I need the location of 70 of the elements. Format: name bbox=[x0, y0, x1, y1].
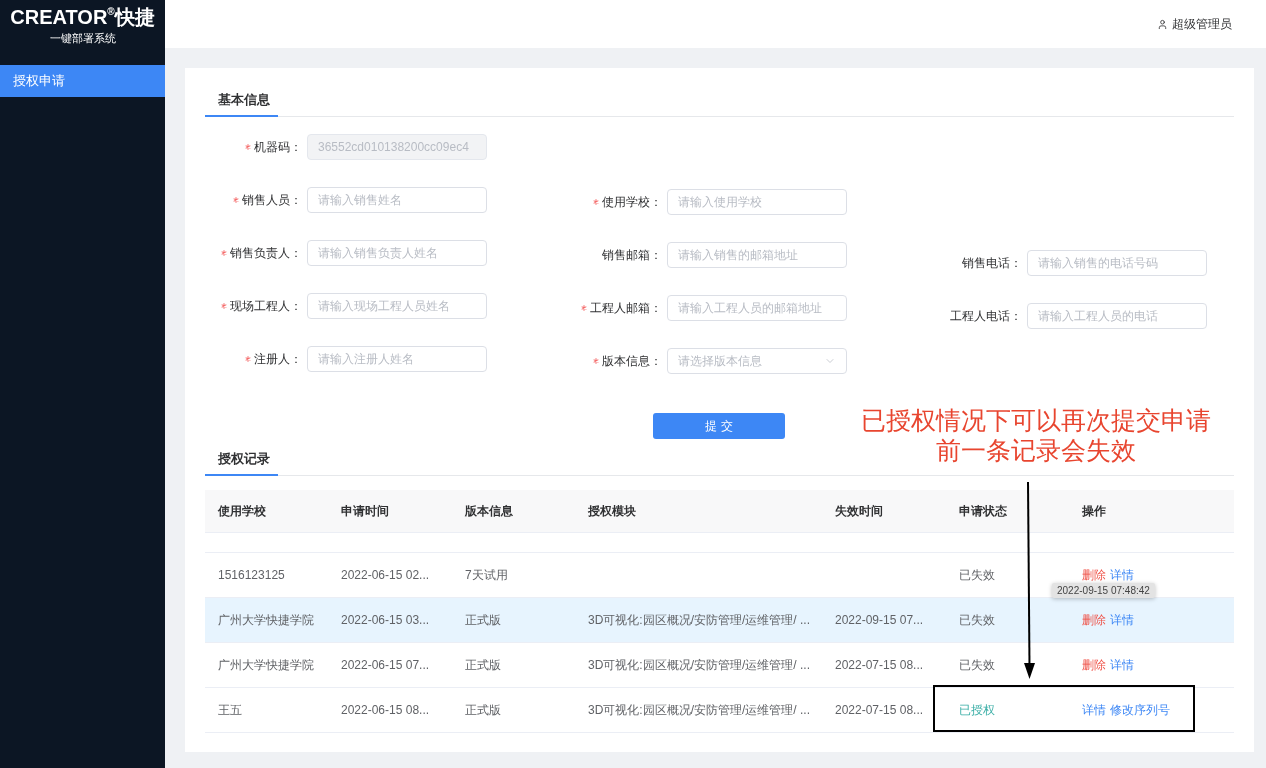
table-cell-text: 王五 bbox=[218, 702, 242, 719]
annotation-note: 已授权情况下可以再次提交申请前一条记录会失效 bbox=[860, 405, 1212, 465]
action-link[interactable]: 详情 bbox=[1110, 611, 1134, 629]
table-cell-text: 2022-06-15 02... bbox=[341, 567, 430, 584]
action-link[interactable]: 详情 bbox=[1110, 566, 1134, 584]
field-label: 版本信息： bbox=[602, 352, 662, 370]
text-input[interactable]: 请输入现场工程人员姓名 bbox=[307, 292, 487, 319]
text-input[interactable]: 请输入工程人员的邮箱地址 bbox=[667, 294, 847, 321]
text-input[interactable]: 请输入注册人姓名 bbox=[307, 345, 487, 372]
field-label: 销售邮箱： bbox=[602, 246, 662, 264]
table-cell-text: 广州大学快捷学院 bbox=[218, 657, 314, 674]
field-label: 现场工程人： bbox=[230, 297, 302, 315]
field-label: 机器码： bbox=[254, 138, 302, 156]
table-cell-text: 2022-07-15 08... bbox=[835, 657, 924, 674]
status-text: 已失效 bbox=[959, 657, 995, 674]
logo-subtitle: 一键部署系统 bbox=[49, 31, 116, 45]
status-text: 已授权 bbox=[959, 702, 995, 719]
text-input[interactable]: 请输入销售负责人姓名 bbox=[307, 239, 487, 266]
tooltip: 2022-09-15 07:48:42 bbox=[1052, 583, 1155, 598]
text-input[interactable]: 请输入使用学校 bbox=[667, 188, 847, 215]
column-header: 使用学校 bbox=[218, 503, 266, 520]
delete-link[interactable]: 删除 bbox=[1082, 566, 1106, 584]
field-label: 注册人： bbox=[254, 350, 302, 368]
column-header: 操作 bbox=[1082, 503, 1106, 520]
table-cell-text: 3D可视化:园区概况/安防管理/运维管理/ ... bbox=[588, 702, 810, 719]
field-label: 销售人员： bbox=[242, 191, 302, 209]
logo-title: CREATOR$^{®}$快捷 bbox=[10, 5, 155, 29]
sidebar-item[interactable]: 授权申请 bbox=[0, 65, 165, 97]
column-header: 失效时间 bbox=[835, 503, 883, 520]
field-label: 使用学校： bbox=[602, 193, 662, 211]
column-header: 授权模块 bbox=[588, 503, 636, 520]
status-text: 已失效 bbox=[959, 612, 995, 629]
table-cell-text: 3D可视化:园区概况/安防管理/运维管理/ ... bbox=[588, 612, 810, 629]
field-label: 工程人邮箱： bbox=[590, 299, 662, 317]
table-cell-text: 2022-07-15 08... bbox=[835, 702, 924, 719]
table-row[interactable]: 王五 2022-06-15 08... 正式版 3D可视化:园区概况/安防管理/运维管理/ ... 2022-07-15 08... 已授权 详情 修改序列号 bbox=[205, 688, 1234, 733]
action-link[interactable]: 详情 bbox=[1110, 656, 1134, 674]
action-link[interactable]: 修改序列号 bbox=[1110, 701, 1170, 719]
table-cell-text: 2022-09-15 07... bbox=[835, 612, 924, 629]
field-label: 销售负责人： bbox=[230, 244, 302, 262]
table-cell-text: 2022-06-15 03... bbox=[341, 612, 430, 629]
table-row[interactable]: 广州大学快捷学院 2022-06-15 03... 正式版 3D可视化:园区概况/安防管理/运维管理/ ... 2022-09-15 07... 已失效 删除 详情 bbox=[205, 598, 1234, 643]
column-header: 版本信息 bbox=[465, 503, 513, 520]
table-cell-text: 正式版 bbox=[465, 612, 501, 629]
table-cell-text: 1516123125 bbox=[218, 567, 285, 584]
table-cell-text: 3D可视化:园区概况/安防管理/运维管理/ ... bbox=[588, 657, 810, 674]
column-header: 申请时间 bbox=[341, 503, 389, 520]
table-cell-text: 正式版 bbox=[465, 657, 501, 674]
section-tab[interactable]: 基本信息 bbox=[205, 84, 278, 117]
field-label: 销售电话： bbox=[962, 254, 1022, 272]
select-field[interactable]: 请选择版本信息 bbox=[667, 347, 847, 374]
column-header: 申请状态 bbox=[959, 503, 1007, 520]
table-cell-text: 7天试用 bbox=[465, 567, 508, 584]
text-input[interactable]: 请输入销售的电话号码 bbox=[1027, 249, 1207, 276]
table-cell-text: 2022-06-15 07... bbox=[341, 657, 430, 674]
text-input[interactable]: 请输入工程人员的电话 bbox=[1027, 302, 1207, 329]
user-menu[interactable]: 超级管理员 bbox=[1157, 15, 1232, 33]
status-text: 已失效 bbox=[959, 567, 995, 584]
delete-link[interactable]: 删除 bbox=[1082, 656, 1106, 674]
delete-link[interactable]: 删除 bbox=[1082, 611, 1106, 629]
text-input[interactable]: 请输入销售姓名 bbox=[307, 186, 487, 213]
table-cell-text: 2022-06-15 08... bbox=[341, 702, 430, 719]
text-input[interactable]: 请输入销售的邮箱地址 bbox=[667, 241, 847, 268]
action-link[interactable]: 详情 bbox=[1082, 701, 1106, 719]
field-label: 工程人电话： bbox=[950, 307, 1022, 325]
submit-button[interactable]: 提 交 bbox=[653, 413, 785, 439]
table-cell-text: 正式版 bbox=[465, 702, 501, 719]
user-icon bbox=[1157, 18, 1168, 30]
section-tab[interactable]: 授权记录 bbox=[205, 443, 278, 476]
table-cell-text: 广州大学快捷学院 bbox=[218, 612, 314, 629]
